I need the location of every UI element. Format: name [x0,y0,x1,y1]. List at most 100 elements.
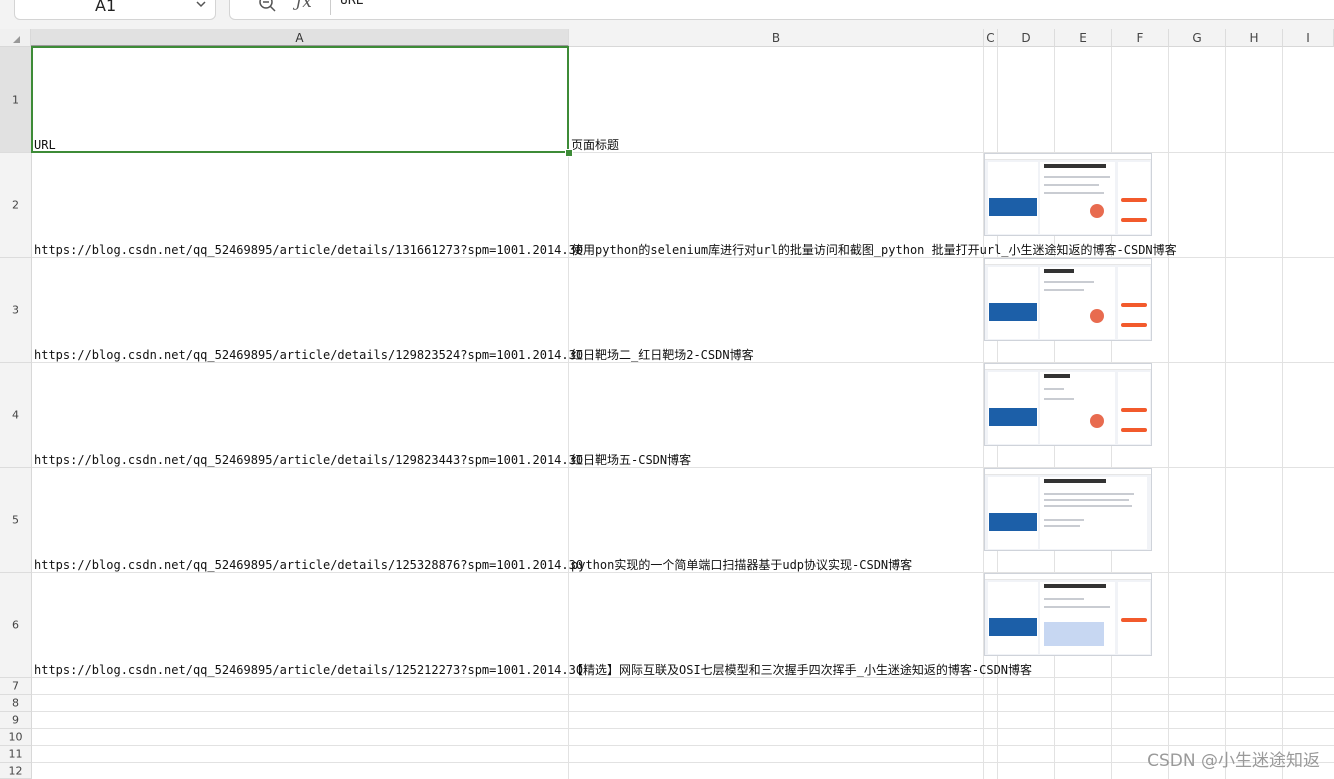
row-number: 12 [8,764,23,777]
row-header-7[interactable]: 7 [0,678,32,695]
thumb-part [1044,176,1110,178]
cell-a3[interactable]: https://blog.csdn.net/qq_52469895/articl… [34,348,583,362]
row-number: 2 [12,198,19,212]
thumb-part [1121,198,1147,202]
spreadsheet-grid: A B C D E F G H I 1 2 3 4 5 6 7 8 9 10 1… [0,29,1334,779]
thumb-part [1040,372,1115,444]
chevron-down-icon[interactable] [195,0,207,14]
row-header-6[interactable]: 6 [0,573,32,678]
select-all-icon[interactable] [0,29,31,47]
thumb-part [985,364,1151,370]
thumb-part [989,618,1037,636]
thumb-part [985,259,1151,265]
gridline [32,762,1334,763]
thumb-part [1040,477,1147,549]
thumb-part [1121,428,1147,432]
page-screenshot-image[interactable] [984,153,1152,236]
thumb-part [1044,584,1106,588]
thumb-part [1121,218,1147,222]
column-header-h[interactable]: H [1226,29,1283,47]
thumb-part [1090,414,1104,428]
column-header-a[interactable]: A [31,29,569,47]
cell-a4[interactable]: https://blog.csdn.net/qq_52469895/articl… [34,453,583,467]
row-header-5[interactable]: 5 [0,468,32,573]
name-box-value: A1 [95,0,117,15]
formula-value[interactable]: URL [340,0,363,8]
thumb-part [1044,622,1104,646]
thumb-part [1044,525,1080,527]
row-number: 7 [12,679,19,693]
thumb-part [985,154,1151,160]
thumb-part [1044,289,1084,291]
cell-a5[interactable]: https://blog.csdn.net/qq_52469895/articl… [34,558,583,572]
column-header-i[interactable]: I [1283,29,1334,47]
thumb-part [989,198,1037,216]
row-number: 6 [12,618,19,632]
cell-b1[interactable]: 页面标题 [571,138,619,152]
column-header-b[interactable]: B [569,29,984,47]
thumb-part [1044,192,1104,194]
thumb-part [1121,323,1147,327]
thumb-part [1044,499,1129,501]
column-header-f[interactable]: F [1112,29,1169,47]
page-screenshot-image[interactable] [984,468,1152,551]
thumb-part [1044,269,1074,273]
thumb-part [1044,519,1084,521]
row-header-10[interactable]: 10 [0,729,32,746]
row-number: 4 [12,408,19,422]
page-screenshot-image[interactable] [984,363,1152,446]
row-number: 11 [8,747,23,761]
column-header-d[interactable]: D [998,29,1055,47]
fill-handle[interactable] [565,149,573,157]
column-header-c[interactable]: C [984,29,998,47]
gridline [1168,47,1169,779]
cell-a2[interactable]: https://blog.csdn.net/qq_52469895/articl… [34,243,583,257]
thumb-part [989,303,1037,321]
formula-input-area[interactable]: ƒx URL [229,0,1334,20]
column-header-e[interactable]: E [1055,29,1112,47]
thumb-part [985,574,1151,580]
thumb-part [1044,164,1106,168]
column-header-g[interactable]: G [1169,29,1226,47]
row-header-11[interactable]: 11 [0,746,32,763]
row-header-2[interactable]: 2 [0,153,32,258]
thumb-part [1044,374,1070,378]
cell-a6[interactable]: https://blog.csdn.net/qq_52469895/articl… [34,663,583,677]
row-header-4[interactable]: 4 [0,363,32,468]
gridline [32,745,1334,746]
gridline [32,711,1334,712]
active-cell-outline [31,46,569,153]
thumb-part [1040,267,1115,339]
row-number: 3 [12,303,19,317]
row-number: 8 [12,696,19,710]
thumb-part [1044,606,1110,608]
thumb-part [1044,398,1074,400]
page-screenshot-image[interactable] [984,258,1152,341]
page-screenshot-image[interactable] [984,573,1152,656]
row-number: 10 [8,730,23,744]
row-header-1[interactable]: 1 [0,47,32,153]
cell-b4[interactable]: 红日靶场五-CSDN博客 [571,453,691,467]
zoom-out-icon[interactable] [258,0,278,18]
row-header-12[interactable]: 12 [0,763,32,779]
gridline [1282,47,1283,779]
function-icon[interactable]: ƒx [296,0,312,12]
row-header-9[interactable]: 9 [0,712,32,729]
thumb-part [985,469,1151,475]
name-box[interactable]: A1 [14,0,216,20]
gridline [32,694,1334,695]
thumb-part [1044,184,1099,186]
cell-b3[interactable]: 红日靶场二_红日靶场2-CSDN博客 [571,348,754,362]
thumb-part [989,408,1037,426]
thumb-part [1090,204,1104,218]
gridline [32,677,1334,678]
thumb-part [1044,479,1106,483]
watermark: CSDN @小生迷途知返 [1147,751,1320,771]
cell-b2[interactable]: 使用python的selenium库进行对url的批量访问和截图_python … [571,243,1177,257]
row-header-3[interactable]: 3 [0,258,32,363]
formula-separator [330,0,331,15]
row-header-8[interactable]: 8 [0,695,32,712]
thumb-part [1040,162,1115,234]
cell-b5[interactable]: python实现的一个简单端口扫描器基于udp协议实现-CSDN博客 [571,558,912,572]
cell-b6[interactable]: 【精选】网际互联及OSI七层模型和三次握手四次挥手_小生迷途知返的博客-CSDN… [571,663,1032,677]
